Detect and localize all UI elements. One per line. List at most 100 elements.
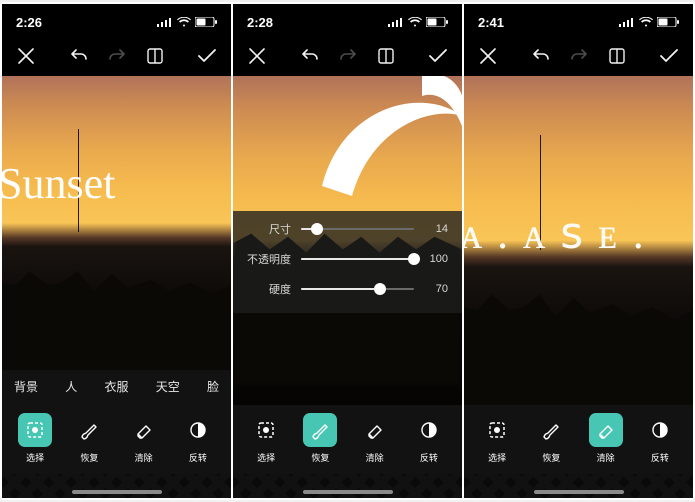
- tab-clothes[interactable]: 衣服: [104, 378, 128, 395]
- check-icon: [429, 49, 447, 63]
- bottom-panel: 选择 恢复 清除 反转: [233, 405, 462, 498]
- compare-icon: [147, 48, 163, 64]
- select-icon: [25, 420, 45, 440]
- tool-label: 清除: [366, 451, 384, 464]
- tool-invert[interactable]: 反转: [406, 413, 452, 464]
- redo-icon: [570, 49, 588, 63]
- tool-select[interactable]: 选择: [12, 413, 58, 464]
- slider-opacity[interactable]: 不透明度 100: [247, 251, 448, 267]
- battery-icon: [426, 17, 448, 27]
- tool-label: 选择: [257, 451, 275, 464]
- tool-invert[interactable]: 反转: [175, 413, 221, 464]
- screen-1: 2:26 Sunset: [2, 4, 231, 498]
- tool-label: 恢复: [311, 451, 329, 464]
- invert-icon: [188, 420, 208, 440]
- tool-label: 反转: [420, 451, 438, 464]
- status-right: [619, 17, 679, 27]
- undo-icon: [70, 49, 88, 63]
- status-right: [157, 17, 217, 27]
- editor-toolbar: [233, 40, 462, 76]
- close-button[interactable]: [478, 46, 498, 66]
- undo-icon: [301, 49, 319, 63]
- mask-category-tabs: 背景 人 衣服 天空 脸: [2, 370, 231, 405]
- compare-button[interactable]: [376, 46, 396, 66]
- tool-erase[interactable]: 清除: [583, 413, 629, 464]
- tool-label: 清除: [597, 451, 615, 464]
- close-button[interactable]: [16, 46, 36, 66]
- tool-label: 选择: [26, 451, 44, 464]
- tool-select[interactable]: 选择: [474, 413, 520, 464]
- home-indicator[interactable]: [72, 490, 162, 494]
- tool-erase[interactable]: 清除: [121, 413, 167, 464]
- bottom-panel: 选择 恢复 清除 反转: [464, 405, 693, 498]
- confirm-button[interactable]: [659, 46, 679, 66]
- tool-label: 清除: [135, 451, 153, 464]
- tool-dock: 选择 恢复 清除 反转: [2, 405, 231, 474]
- check-icon: [198, 49, 216, 63]
- close-button[interactable]: [247, 46, 267, 66]
- clock: 2:41: [478, 15, 504, 30]
- redo-button[interactable]: [338, 46, 358, 66]
- select-icon: [256, 420, 276, 440]
- tool-label: 恢复: [80, 451, 98, 464]
- eraser-icon: [365, 420, 385, 440]
- tab-background[interactable]: 背景: [14, 378, 38, 395]
- brush-icon: [79, 420, 99, 440]
- status-right: [388, 17, 448, 27]
- clock: 2:26: [16, 15, 42, 30]
- battery-icon: [657, 17, 679, 27]
- tool-invert[interactable]: 反转: [637, 413, 683, 464]
- compare-button[interactable]: [607, 46, 627, 66]
- slider-label: 不透明度: [247, 251, 291, 267]
- image-canvas[interactable]: ᴀ . ᴀ ꜱ ᴇ .: [464, 76, 693, 405]
- tool-dock: 选择 恢复 清除 反转: [464, 405, 693, 474]
- undo-button[interactable]: [69, 46, 89, 66]
- tool-label: 反转: [651, 451, 669, 464]
- close-icon: [18, 48, 34, 64]
- invert-icon: [419, 420, 439, 440]
- tool-erase[interactable]: 清除: [352, 413, 398, 464]
- brush-icon: [541, 420, 561, 440]
- editor-toolbar: [464, 40, 693, 76]
- home-indicator[interactable]: [534, 490, 624, 494]
- slider-size[interactable]: 尺寸 14: [247, 221, 448, 237]
- undo-icon: [532, 49, 550, 63]
- status-bar: 2:41: [464, 4, 693, 40]
- screen-2: 2:28 尺寸 14: [233, 4, 462, 498]
- compare-icon: [609, 48, 625, 64]
- brush-icon: [310, 420, 330, 440]
- status-bar: 2:28: [233, 4, 462, 40]
- compare-icon: [378, 48, 394, 64]
- image-canvas[interactable]: 尺寸 14 不透明度 100 硬度 70: [233, 76, 462, 405]
- tab-sky[interactable]: 天空: [156, 378, 180, 395]
- redo-button[interactable]: [569, 46, 589, 66]
- wifi-icon: [408, 17, 422, 27]
- redo-button[interactable]: [107, 46, 127, 66]
- overlay-text: Sunset: [2, 158, 115, 209]
- tool-label: 反转: [189, 451, 207, 464]
- eraser-icon: [596, 420, 616, 440]
- slider-label: 硬度: [247, 281, 291, 297]
- tab-face[interactable]: 脸: [207, 378, 219, 395]
- tool-restore[interactable]: 恢复: [66, 413, 112, 464]
- confirm-button[interactable]: [428, 46, 448, 66]
- tool-select[interactable]: 选择: [243, 413, 289, 464]
- tab-person[interactable]: 人: [65, 378, 77, 395]
- tool-label: 恢复: [542, 451, 560, 464]
- undo-button[interactable]: [531, 46, 551, 66]
- check-icon: [660, 49, 678, 63]
- image-canvas[interactable]: Sunset: [2, 76, 231, 370]
- undo-button[interactable]: [300, 46, 320, 66]
- compare-button[interactable]: [145, 46, 165, 66]
- status-bar: 2:26: [2, 4, 231, 40]
- slider-value: 14: [424, 223, 448, 235]
- triptych: 2:26 Sunset: [0, 2, 695, 500]
- home-indicator[interactable]: [303, 490, 393, 494]
- tool-restore[interactable]: 恢复: [528, 413, 574, 464]
- slider-hardness[interactable]: 硬度 70: [247, 281, 448, 297]
- slider-value: 100: [424, 253, 448, 265]
- tool-restore[interactable]: 恢复: [297, 413, 343, 464]
- confirm-button[interactable]: [197, 46, 217, 66]
- close-icon: [249, 48, 265, 64]
- slider-value: 70: [424, 283, 448, 295]
